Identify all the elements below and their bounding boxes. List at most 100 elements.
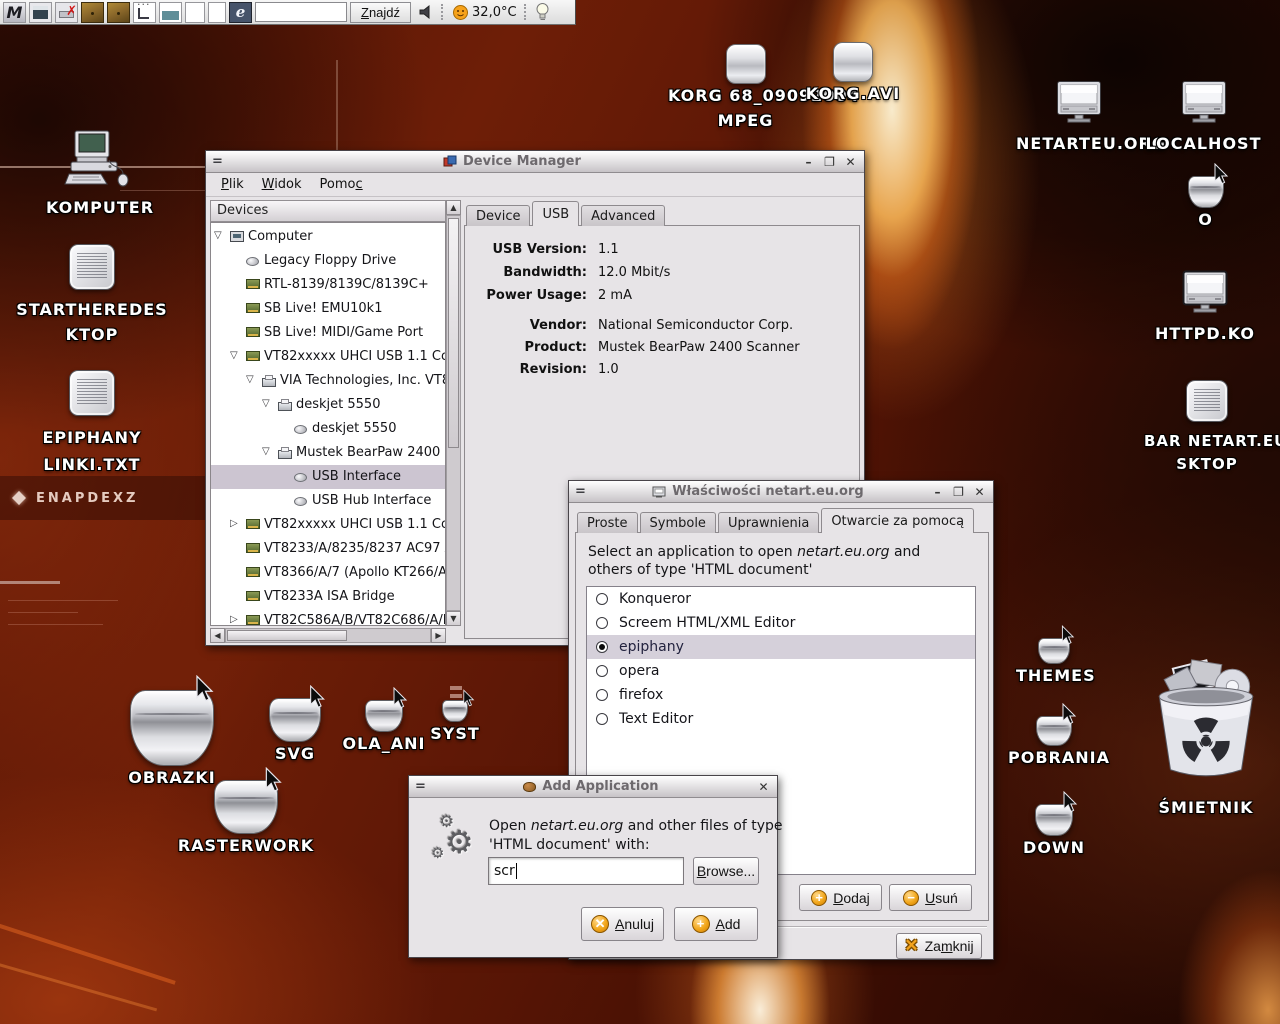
menu-plik[interactable]: Plik (212, 174, 253, 195)
tree-row[interactable]: VT82xxxxx UHCI USB 1.1 Contr (211, 345, 445, 369)
tree-row[interactable]: VT8233A ISA Bridge (211, 585, 445, 609)
expander-closed-icon[interactable] (230, 614, 238, 625)
radio-icon[interactable] (596, 665, 608, 677)
desktop-icon-localhost[interactable]: LOCALHOST (1141, 80, 1266, 157)
tree-row[interactable]: VT8366/A/7 (Apollo KT266/A/ (211, 561, 445, 585)
tab-uprawnienia[interactable]: Uprawnienia (718, 512, 819, 533)
window-menu-icon[interactable]: = (212, 157, 223, 167)
tree-row[interactable]: Mustek BearPaw 2400 Sc (211, 441, 445, 465)
panel-search-button[interactable]: Znajdź (350, 2, 411, 23)
tree-row[interactable]: VT82C586A/B/VT82C686/A/B (211, 609, 445, 626)
radio-icon[interactable] (596, 713, 608, 725)
device-manager-titlebar[interactable]: = Device Manager – ❐ ✕ (206, 151, 864, 173)
levels-applet-icon[interactable] (159, 2, 182, 23)
tree-row[interactable]: RTL-8139/8139C/8139C+ (211, 273, 445, 297)
properties-titlebar[interactable]: = Właściwości netart.eu.org – ❐ ✕ (569, 481, 993, 503)
cancel-button[interactable]: ✕ Anuluj (581, 907, 664, 941)
tab-symbole[interactable]: Symbole (640, 512, 716, 533)
drawer-icon[interactable] (81, 2, 104, 23)
tree-row[interactable]: SB Live! EMU10k1 (211, 297, 445, 321)
vertical-scrollbar[interactable] (446, 215, 461, 611)
desktop-icon-svg[interactable]: SVG (252, 698, 338, 767)
window-menu-icon[interactable]: = (575, 487, 586, 497)
desktop-icon-o[interactable]: O (1168, 176, 1243, 233)
add-application-titlebar[interactable]: = Add Application ✕ (409, 776, 777, 798)
desktop-icon-starthere-desktop[interactable]: STARTHEREDES KTOP (8, 244, 176, 348)
tree-row[interactable]: VT82xxxxx UHCI USB 1.1 Contr (211, 513, 445, 537)
plot-applet-icon[interactable] (133, 2, 156, 23)
menu-pomoc[interactable]: Pomoc (311, 174, 372, 195)
blank-applet-icon[interactable] (185, 2, 205, 23)
device-tree[interactable]: Computer Legacy Floppy Drive RTL-8139/81… (210, 222, 446, 626)
desktop-icon-httpd-ko[interactable]: HTTPD.KO (1146, 270, 1264, 347)
application-command-input[interactable]: scr (488, 857, 684, 885)
desktop-icon-korg-avi[interactable]: KORG.AVI (798, 42, 908, 107)
system-monitor-icon[interactable] (29, 2, 52, 23)
devices-column-header[interactable]: Devices (210, 200, 446, 222)
menu-widok[interactable]: Widok (253, 174, 311, 195)
tab-advanced[interactable]: Advanced (581, 205, 665, 226)
printer-error-icon[interactable] (55, 2, 78, 23)
blank-applet-icon[interactable] (208, 2, 226, 23)
main-menu-m-logo-icon[interactable]: M (3, 2, 26, 23)
add-application-button[interactable]: + Dodaj (799, 884, 882, 911)
scrollbar-thumb[interactable] (448, 218, 459, 448)
tab-otwarcie-za-pomoca[interactable]: Otwarcie za pomocą (821, 508, 974, 533)
desktop-icon-themes[interactable]: THEMES (1016, 638, 1092, 689)
panel-search-input[interactable] (255, 2, 347, 22)
add-button[interactable]: + Add (674, 907, 758, 941)
tab-device[interactable]: Device (466, 205, 530, 226)
radio-icon[interactable] (596, 593, 608, 605)
horizontal-scrollbar[interactable] (225, 628, 431, 643)
app-option-opera[interactable]: opera (587, 659, 975, 683)
desktop-icon-syst[interactable]: SYST (424, 700, 486, 747)
app-option-konqueror[interactable]: Konqueror (587, 587, 975, 611)
expander-open-icon[interactable] (262, 398, 270, 409)
maximize-button[interactable]: ❐ (951, 485, 966, 499)
radio-icon[interactable] (596, 689, 608, 701)
lamp-bulb-icon[interactable] (535, 2, 550, 22)
app-option-screem[interactable]: Screem HTML/XML Editor (587, 611, 975, 635)
desktop-icon-ola-ani[interactable]: OLA_ANI (338, 700, 430, 757)
tree-row[interactable]: deskjet 5550 (211, 393, 445, 417)
expander-open-icon[interactable] (214, 230, 222, 241)
tab-usb[interactable]: USB (532, 201, 579, 226)
app-option-epi​phany-selected[interactable]: epiphany (587, 635, 975, 659)
tree-row[interactable]: deskjet 5550 (211, 417, 445, 441)
minimize-button[interactable]: – (930, 485, 945, 499)
close-dialog-button[interactable]: ✕ Zamknij (896, 933, 982, 959)
close-button[interactable]: ✕ (972, 485, 987, 499)
volume-speaker-icon[interactable] (418, 4, 434, 20)
tree-row[interactable]: VIA Technologies, Inc. VT82 (211, 369, 445, 393)
expander-open-icon[interactable] (262, 446, 270, 457)
tab-proste[interactable]: Proste (577, 512, 638, 533)
remove-application-button[interactable]: − Usuń (889, 884, 972, 911)
scroll-up-arrow[interactable]: ▲ (446, 200, 461, 215)
desktop-icon-obrazki[interactable]: OBRAZKI (112, 690, 232, 791)
tree-row[interactable]: VT8233/A/8235/8237 AC97 Au (211, 537, 445, 561)
scroll-right-arrow[interactable]: ▶ (431, 628, 446, 643)
desktop-icon-epiphany-linki-txt[interactable]: EPIPHANY LINKI.TXT (22, 370, 162, 478)
drawer-icon[interactable] (107, 2, 130, 23)
tree-row-computer[interactable]: Computer (211, 225, 445, 249)
desktop-icon-komputer[interactable]: KOMPUTER (35, 130, 165, 221)
desktop-icon-rasterwork[interactable]: RASTERWORK (176, 780, 316, 859)
weather-smiley-icon[interactable] (452, 4, 469, 21)
desktop-icon-smietnik-trash[interactable]: ŚMIETNIK (1140, 656, 1272, 821)
desktop-icon-down[interactable]: DOWN (1014, 804, 1094, 861)
expander-closed-icon[interactable] (230, 518, 238, 529)
expander-open-icon[interactable] (230, 350, 238, 361)
scroll-down-arrow[interactable]: ▼ (446, 611, 461, 626)
desktop-icon-bar-netart-desktop[interactable]: BAR NETART.EU.DE SKTOP (1144, 380, 1270, 477)
browse-button[interactable]: Browse... (693, 857, 759, 885)
radio-selected-icon[interactable] (596, 641, 608, 653)
minimize-button[interactable]: – (801, 155, 816, 169)
tree-row[interactable]: SB Live! MIDI/Game Port (211, 321, 445, 345)
desktop-icon-netart-eu-org[interactable]: NETARTEU.ORG (1016, 80, 1141, 157)
tree-row[interactable]: USB Hub Interface (211, 489, 445, 513)
radio-icon[interactable] (596, 617, 608, 629)
scroll-left-arrow[interactable]: ◀ (210, 628, 225, 643)
tree-row-usb-interface-selected[interactable]: USB Interface (211, 465, 445, 489)
epiphany-browser-icon[interactable]: e (229, 2, 252, 23)
expander-open-icon[interactable] (246, 374, 254, 385)
